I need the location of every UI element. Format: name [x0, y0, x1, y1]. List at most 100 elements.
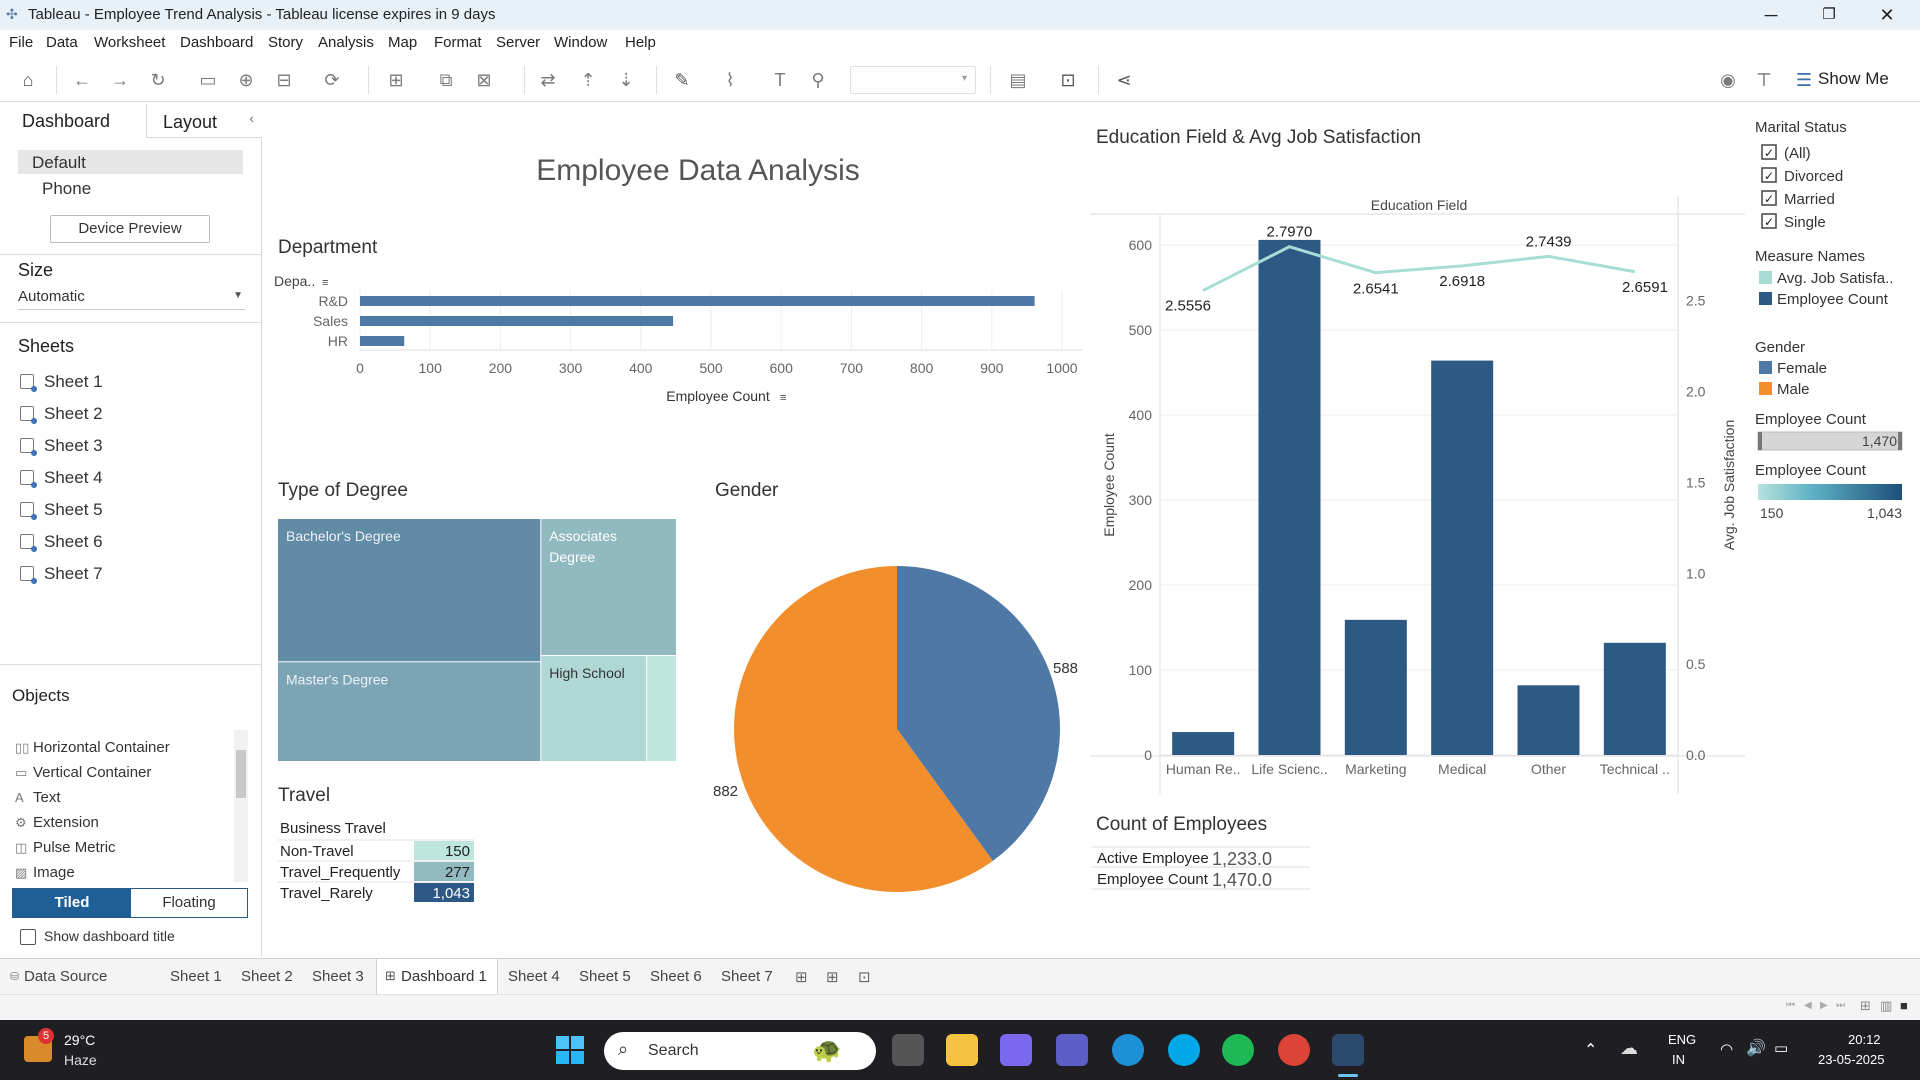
menu-help[interactable]: Help [625, 34, 656, 51]
fit-dropdown[interactable]: ▾ [850, 66, 976, 94]
alexa-icon[interactable] [1168, 1034, 1200, 1066]
agent-icon[interactable]: ◉ [1716, 68, 1740, 92]
wifi-icon[interactable]: ◠ [1720, 1040, 1733, 1058]
education-bar[interactable] [1172, 732, 1235, 755]
legend-swatch[interactable] [1759, 361, 1772, 374]
pause-updates-icon[interactable]: ⊟ [272, 68, 296, 92]
presentation-icon[interactable]: ⊡ [1056, 68, 1080, 92]
object-pulse-metric[interactable]: ◫ Pulse Metric [15, 839, 116, 856]
new-worksheet-icon[interactable]: ⊞ [384, 68, 408, 92]
object-text[interactable]: A Text [15, 789, 61, 806]
tab-dashboard[interactable]: Dashboard [0, 104, 146, 136]
duplicate-icon[interactable]: ⧉ [434, 68, 458, 92]
home-icon[interactable]: ⌂ [16, 68, 40, 92]
menu-story[interactable]: Story [268, 34, 303, 51]
tab-sheet-4[interactable]: Sheet 4 [508, 968, 560, 985]
tab-view-icon[interactable]: ■ [1900, 998, 1908, 1013]
sort-descending-icon[interactable]: ⇣ [614, 68, 638, 92]
education-bar[interactable] [1431, 360, 1494, 755]
department-bar[interactable] [360, 316, 674, 326]
task-view-icon[interactable] [892, 1034, 924, 1066]
sheet-item-7[interactable]: Sheet 7 [20, 564, 103, 584]
file-explorer-icon[interactable] [946, 1034, 978, 1066]
filmstrip-view-icon[interactable]: ▥ [1880, 998, 1892, 1014]
device-phone[interactable]: Phone [42, 179, 91, 199]
sheet-item-6[interactable]: Sheet 6 [20, 532, 103, 552]
restore-icon[interactable]: ❐ [1800, 0, 1858, 30]
new-data-source-icon[interactable]: ⊕ [234, 68, 258, 92]
teams-icon[interactable] [1056, 1034, 1088, 1066]
chrome-icon[interactable] [1278, 1034, 1310, 1066]
tab-sheet-1[interactable]: Sheet 1 [170, 968, 222, 985]
undo-icon[interactable]: ← [70, 68, 94, 92]
start-icon[interactable] [556, 1036, 584, 1064]
format-painter-icon[interactable]: ⊤ [1752, 68, 1776, 92]
nav-last-icon[interactable]: ⏭ [1836, 1000, 1845, 1011]
tab-sheet-7[interactable]: Sheet 7 [721, 968, 773, 985]
spotify-icon[interactable] [1222, 1034, 1254, 1066]
battery-icon[interactable]: ▭ [1774, 1039, 1788, 1057]
taskbar-search[interactable]: ⌕ Search 🐢 [604, 1032, 876, 1070]
show-me-icon[interactable]: ☰ [1792, 68, 1816, 92]
pin-icon[interactable]: ⚲ [806, 68, 830, 92]
nav-first-icon[interactable]: ⏮ [1786, 1000, 1795, 1011]
education-bar[interactable] [1344, 619, 1407, 755]
refresh-icon[interactable]: ⟳ [320, 68, 344, 92]
edge-icon[interactable] [1112, 1034, 1144, 1066]
department-bar[interactable] [360, 296, 1035, 306]
tab-sheet-5[interactable]: Sheet 5 [579, 968, 631, 985]
menu-window[interactable]: Window [554, 34, 607, 51]
slider-handle[interactable] [1758, 432, 1762, 450]
sheet-item-2[interactable]: Sheet 2 [20, 404, 103, 424]
grid-view-icon[interactable]: ⊞ [1860, 998, 1871, 1014]
tab-sheet-3[interactable]: Sheet 3 [312, 968, 364, 985]
slider-handle[interactable] [1898, 432, 1902, 450]
nav-prev-icon[interactable]: ◀ [1804, 1000, 1812, 1011]
menu-dashboard[interactable]: Dashboard [180, 34, 253, 51]
clock-time[interactable]: 20:12 [1848, 1032, 1881, 1047]
legend-swatch[interactable] [1759, 382, 1772, 395]
object-image[interactable]: ▨ Image [15, 864, 75, 881]
save-icon[interactable]: ▭ [196, 68, 220, 92]
replay-icon[interactable]: ↻ [146, 68, 170, 92]
onedrive-icon[interactable]: ☁ [1620, 1038, 1638, 1059]
tab-sheet-2[interactable]: Sheet 2 [241, 968, 293, 985]
tab-data-source[interactable]: Data Source [24, 968, 107, 985]
education-bar[interactable] [1603, 642, 1666, 755]
legend-swatch[interactable] [1759, 292, 1772, 305]
redo-icon[interactable]: → [108, 68, 132, 92]
menu-data[interactable]: Data [46, 34, 78, 51]
education-bar[interactable] [1517, 685, 1580, 755]
object-vertical-container[interactable]: ▭ Vertical Container [15, 764, 151, 781]
menu-file[interactable]: File [9, 34, 33, 51]
tab-layout[interactable]: Layout ‹ [146, 104, 262, 138]
menu-worksheet[interactable]: Worksheet [94, 34, 165, 51]
object-horizontal-container[interactable]: ▯▯ Horizontal Container [15, 739, 170, 756]
objects-scrollbar[interactable] [234, 730, 248, 882]
close-icon[interactable]: ✕ [1858, 0, 1916, 30]
volume-icon[interactable]: 🔊 [1746, 1038, 1766, 1058]
treemap-tile[interactable] [647, 656, 676, 761]
size-dropdown[interactable]: Automatic ▼ [18, 286, 245, 310]
department-bar[interactable] [360, 336, 405, 346]
menu-server[interactable]: Server [496, 34, 540, 51]
show-cards-icon[interactable]: ▤ [1006, 68, 1030, 92]
legend-swatch[interactable] [1759, 271, 1772, 284]
nav-next-icon[interactable]: ▶ [1820, 1000, 1828, 1011]
menu-map[interactable]: Map [388, 34, 417, 51]
tab-dashboard-1[interactable]: ⊞ Dashboard 1 [376, 959, 498, 995]
group-icon[interactable]: ⌇ [718, 68, 742, 92]
clear-sheet-icon[interactable]: ⊠ [472, 68, 496, 92]
collapse-panel-icon[interactable]: ‹ [249, 110, 254, 126]
sort-icon[interactable]: ≡ [780, 392, 786, 404]
new-worksheet-icon[interactable]: ⊞ [795, 968, 808, 986]
label-icon[interactable]: T [768, 68, 792, 92]
language-line1[interactable]: ENG [1668, 1032, 1696, 1047]
sheet-item-5[interactable]: Sheet 5 [20, 500, 103, 520]
menu-format[interactable]: Format [434, 34, 482, 51]
tiled-button[interactable]: Tiled [13, 889, 131, 917]
copilot-icon[interactable] [1000, 1034, 1032, 1066]
new-dashboard-icon[interactable]: ⊞ [826, 968, 839, 986]
chevron-up-icon[interactable]: ⌃ [1584, 1040, 1597, 1060]
sort-ascending-icon[interactable]: ⇡ [576, 68, 600, 92]
